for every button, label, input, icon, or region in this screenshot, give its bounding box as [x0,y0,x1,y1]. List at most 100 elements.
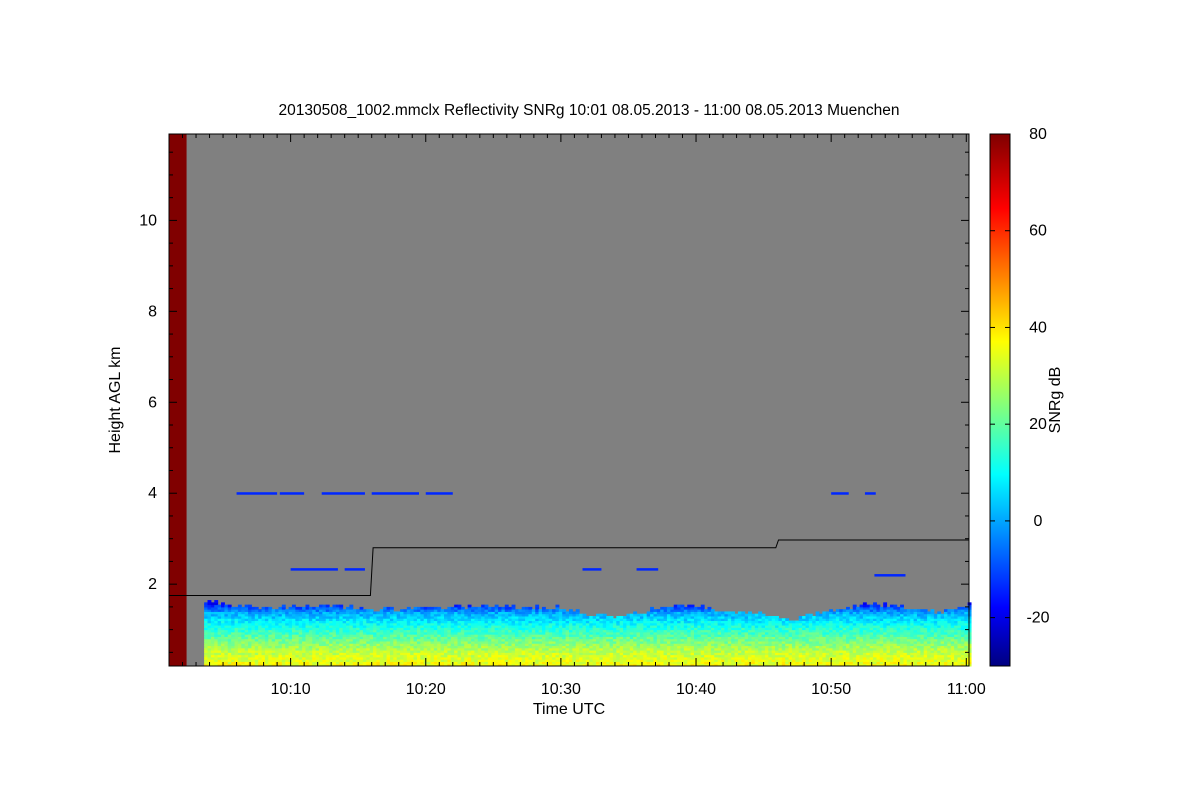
heat-cell [346,606,350,610]
heat-cell [308,606,313,610]
heat-cell [410,609,415,612]
heat-cell [724,611,729,615]
heat-cell [312,606,317,610]
heat-cell [700,604,705,608]
heat-cell [815,611,820,615]
heat-cell [258,609,263,612]
chart-title: 20130508_1002.mmclx Reflectivity SNRg 10… [279,102,900,119]
heat-cell [379,609,384,612]
heat-cell [440,609,445,612]
plot-area [168,133,972,667]
heat-cell [707,606,712,610]
heat-cell [217,604,222,608]
heat-cell [646,611,651,615]
heat-cell [552,609,556,612]
plot-background [169,134,969,666]
heat-cell [846,606,850,610]
heat-cell [673,604,678,608]
heat-cell [562,609,567,612]
heat-cell [477,606,482,610]
heat-cell [764,615,769,619]
heat-cell [873,602,877,606]
heat-cell [291,604,296,608]
heat-cell [666,606,671,610]
heat-cell [531,609,536,612]
heat-cell [460,606,465,610]
heat-cell [737,611,742,615]
heat-cell [812,615,817,619]
heat-cell [822,611,827,615]
heat-cell [862,602,867,606]
heat-cell [704,609,709,612]
heat-cell [359,606,364,610]
heat-cell [558,609,563,612]
heat-cell [231,606,236,610]
heat-cell [616,615,621,619]
heat-cell [619,615,624,619]
heat-cell [727,611,732,615]
heat-cell [768,615,773,619]
heat-cell [487,606,492,610]
heat-cell [362,609,367,612]
heat-cell [744,613,749,617]
heat-cell [251,606,256,610]
heat-cell [491,606,496,610]
heat-cell [548,609,553,612]
heat-cell [501,606,506,610]
heat-cell [778,618,783,622]
heat-cell [528,606,533,610]
heat-cell [514,609,519,612]
heat-cell [734,613,739,617]
heat-cell [295,606,300,610]
heat-cell [504,604,509,608]
heat-cell [623,615,627,619]
heat-cell [227,604,232,608]
heat-cell [498,606,502,610]
heat-cell [748,611,752,615]
heat-cell [525,606,529,610]
heat-cell [731,611,736,615]
heat-cell [484,604,489,608]
heat-cell [589,615,594,619]
heat-cell [606,615,611,619]
heat-cell [204,602,209,606]
heat-cell [315,606,320,610]
heat-cell [721,611,725,615]
heat-cell [859,604,864,608]
heat-cell [474,606,479,610]
heat-cell [798,615,803,619]
heat-cell [356,609,361,612]
heat-cell [788,620,793,624]
heat-cell [579,613,584,617]
heat-cell [416,606,421,610]
heat-cell [869,604,874,608]
heat-cell [221,602,225,606]
heat-cell [207,600,212,603]
heat-cell [866,604,871,608]
heat-cell [609,615,614,619]
heat-cell [694,606,698,610]
heat-cell [376,611,381,615]
heat-cell [433,606,438,610]
heat-cell [687,604,692,608]
heat-cell [633,611,638,615]
heat-cell [825,611,830,615]
heat-cell [352,609,357,612]
heat-cell [369,609,374,612]
heat-cell [781,618,786,622]
heat-cell [454,604,459,608]
heat-cell [319,604,323,608]
heat-cell [437,606,442,610]
radar-figure: 20130508_1002.mmclx Reflectivity SNRg 10… [107,102,1064,718]
heat-cell [248,604,252,608]
heat-cell [214,600,219,603]
heat-cell [339,604,344,608]
heat-cell [643,613,648,617]
heat-cell [268,606,273,610]
heat-cell [275,609,279,612]
heat-cell [670,606,675,610]
heat-cell [285,609,290,612]
heat-cell [653,609,658,612]
heat-cell [210,602,215,606]
heat-cell [464,609,469,612]
